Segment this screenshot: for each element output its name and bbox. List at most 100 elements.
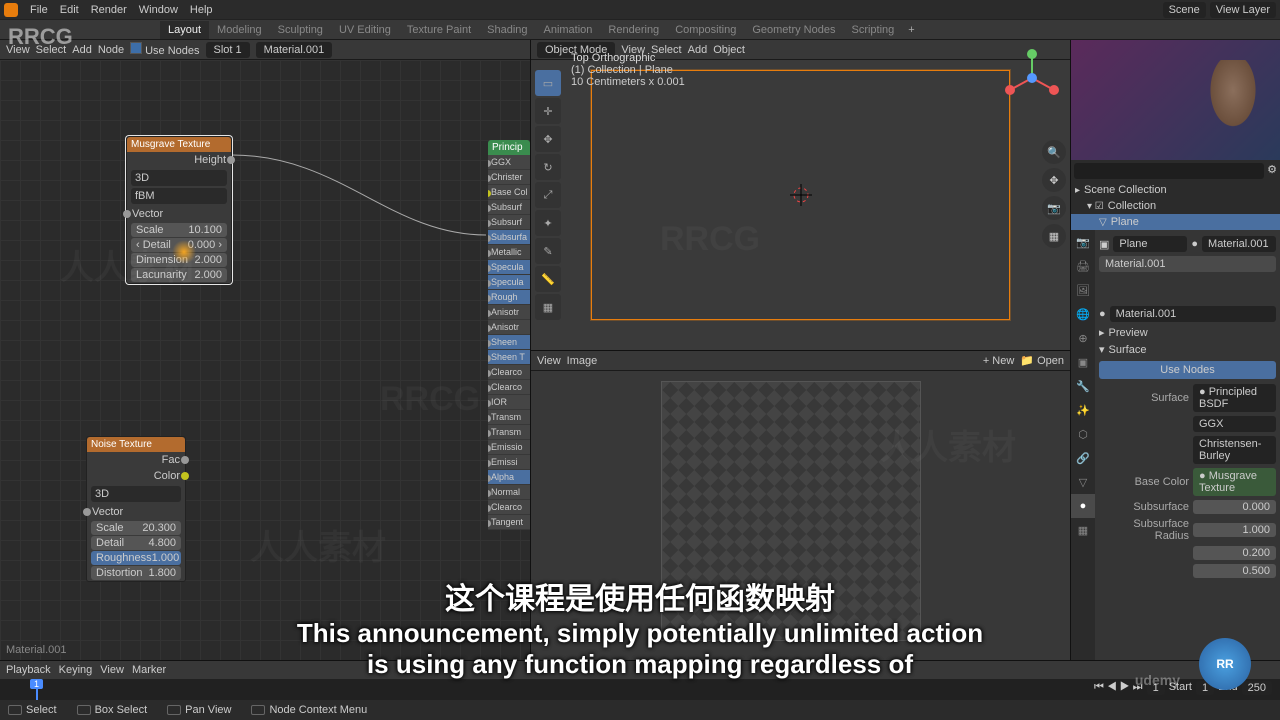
ggx-dropdown[interactable]: GGX bbox=[1193, 416, 1276, 432]
principled-input[interactable]: Clearco bbox=[488, 500, 530, 515]
tab-geonodes[interactable]: Geometry Nodes bbox=[744, 21, 843, 39]
subsurface-value[interactable]: 0.000 bbox=[1193, 500, 1276, 514]
principled-input[interactable]: Specula bbox=[488, 260, 530, 275]
height-output-socket[interactable] bbox=[227, 156, 235, 164]
node-editor[interactable]: View Select Add Node Use Nodes Slot 1 Ma… bbox=[0, 40, 530, 660]
add-workspace-button[interactable]: + bbox=[902, 21, 920, 39]
tab-rendering[interactable]: Rendering bbox=[600, 21, 667, 39]
material-slot[interactable]: Material.001 bbox=[1099, 256, 1276, 272]
node-noise[interactable]: Noise Texture Fac Color 3D Vector Scale2… bbox=[86, 436, 186, 582]
img-new-button[interactable]: + New bbox=[983, 355, 1015, 367]
img-open-button[interactable]: 📁 Open bbox=[1020, 354, 1064, 367]
tab-layout[interactable]: Layout bbox=[160, 21, 209, 39]
sssradius-1[interactable]: 1.000 bbox=[1193, 523, 1276, 537]
ptab-data[interactable]: ▽ bbox=[1071, 470, 1095, 494]
tab-scripting[interactable]: Scripting bbox=[843, 21, 902, 39]
timeline-track[interactable]: ⏮ ◀ ▶ ⏭ 1 Start1 End250 bbox=[0, 679, 1280, 701]
use-nodes-button[interactable]: Use Nodes bbox=[1099, 361, 1276, 379]
outliner-search[interactable] bbox=[1074, 163, 1264, 179]
tab-shading[interactable]: Shading bbox=[479, 21, 535, 39]
principled-input[interactable]: Subsurfa bbox=[488, 230, 530, 245]
image-canvas[interactable] bbox=[661, 381, 921, 641]
viewlayer-field[interactable]: View Layer bbox=[1210, 2, 1276, 18]
preview-panel[interactable]: ▸ Preview bbox=[1099, 324, 1276, 341]
musgrave-lacunarity[interactable]: Lacunarity2.000 bbox=[131, 268, 227, 282]
tab-modeling[interactable]: Modeling bbox=[209, 21, 270, 39]
tool-cursor[interactable]: ✛ bbox=[535, 98, 561, 124]
menu-help[interactable]: Help bbox=[184, 4, 219, 16]
noise-scale[interactable]: Scale20.300 bbox=[91, 521, 181, 535]
noise-distortion[interactable]: Distortion1.800 bbox=[91, 566, 181, 580]
principled-input[interactable]: Subsurf bbox=[488, 215, 530, 230]
tab-sculpting[interactable]: Sculpting bbox=[270, 21, 331, 39]
principled-input[interactable]: Anisotr bbox=[488, 305, 530, 320]
ptab-render[interactable]: 📷 bbox=[1071, 230, 1095, 254]
principled-input[interactable]: Specula bbox=[488, 275, 530, 290]
principled-input[interactable]: GGX bbox=[488, 155, 530, 170]
tool-move[interactable]: ✥ bbox=[535, 126, 561, 152]
vp-add[interactable]: Add bbox=[688, 44, 708, 56]
image-editor[interactable]: View Image + New 📁 Open bbox=[530, 350, 1070, 660]
noise-roughness[interactable]: Roughness1.000 bbox=[91, 551, 181, 565]
tool-measure[interactable]: 📏 bbox=[535, 266, 561, 292]
node-hdr-add[interactable]: Add bbox=[72, 44, 92, 56]
tool-select-box[interactable]: ▭ bbox=[535, 70, 561, 96]
musgrave-dim-dropdown[interactable]: 3D bbox=[131, 170, 227, 186]
principled-input[interactable]: Clearco bbox=[488, 380, 530, 395]
playhead[interactable] bbox=[36, 679, 38, 701]
principled-input[interactable]: Christer bbox=[488, 170, 530, 185]
principled-input[interactable]: Sheen bbox=[488, 335, 530, 350]
tl-view[interactable]: View bbox=[100, 664, 124, 676]
ptab-scene[interactable]: 🌐 bbox=[1071, 302, 1095, 326]
color-output-socket[interactable] bbox=[181, 472, 189, 480]
menu-file[interactable]: File bbox=[24, 4, 54, 16]
camera-icon[interactable]: 📷 bbox=[1042, 196, 1066, 220]
ptab-material[interactable]: ● bbox=[1071, 494, 1095, 518]
menu-edit[interactable]: Edit bbox=[54, 4, 85, 16]
principled-input[interactable]: Transm bbox=[488, 425, 530, 440]
tl-keying[interactable]: Keying bbox=[59, 664, 93, 676]
tool-rotate[interactable]: ↻ bbox=[535, 154, 561, 180]
node-hdr-node[interactable]: Node bbox=[98, 44, 124, 56]
ptab-viewlayer[interactable]: 🖼 bbox=[1071, 278, 1095, 302]
vector-input-socket[interactable] bbox=[123, 210, 131, 218]
sssradius-3[interactable]: 0.500 bbox=[1193, 564, 1276, 578]
noise-dim-dropdown[interactable]: 3D bbox=[91, 486, 181, 502]
principled-input[interactable]: Anisotr bbox=[488, 320, 530, 335]
principled-input[interactable]: Emissi bbox=[488, 455, 530, 470]
ptab-modifier[interactable]: 🔧 bbox=[1071, 374, 1095, 398]
timeline[interactable]: Playback Keying View Marker ⏮ ◀ ▶ ⏭ 1 St… bbox=[0, 660, 1280, 700]
persp-icon[interactable]: ▦ bbox=[1042, 224, 1066, 248]
noise-detail[interactable]: Detail4.800 bbox=[91, 536, 181, 550]
sss-method[interactable]: Christensen-Burley bbox=[1193, 436, 1276, 464]
zoom-icon[interactable]: 🔍 bbox=[1042, 140, 1066, 164]
surface-shader[interactable]: ● Principled BSDF bbox=[1193, 384, 1276, 412]
vp-object[interactable]: Object bbox=[713, 44, 745, 56]
principled-input[interactable]: Clearco bbox=[488, 365, 530, 380]
outliner[interactable]: ⚙ ▸ Scene Collection ▾ ☑ Collection ▽ Pl… bbox=[1071, 160, 1280, 230]
ptab-particles[interactable]: ✨ bbox=[1071, 398, 1095, 422]
ptab-world[interactable]: ⊕ bbox=[1071, 326, 1095, 350]
menu-render[interactable]: Render bbox=[85, 4, 133, 16]
principled-input[interactable]: Metallic bbox=[488, 245, 530, 260]
node-principled[interactable]: Princip GGXChristerBase ColSubsurfSubsur… bbox=[488, 140, 530, 530]
ptab-object[interactable]: ▣ bbox=[1071, 350, 1095, 374]
tab-uv[interactable]: UV Editing bbox=[331, 21, 399, 39]
material-dropdown[interactable]: Material.001 bbox=[256, 42, 333, 58]
ptab-output[interactable]: 🖨 bbox=[1071, 254, 1095, 278]
principled-input[interactable]: Rough bbox=[488, 290, 530, 305]
img-image[interactable]: Image bbox=[567, 355, 598, 367]
tab-animation[interactable]: Animation bbox=[536, 21, 601, 39]
sssradius-2[interactable]: 0.200 bbox=[1193, 546, 1276, 560]
ptab-physics[interactable]: ⬡ bbox=[1071, 422, 1095, 446]
principled-input[interactable]: Sheen T bbox=[488, 350, 530, 365]
tab-texpaint[interactable]: Texture Paint bbox=[399, 21, 479, 39]
surface-panel[interactable]: ▾ Surface bbox=[1099, 341, 1276, 358]
outliner-collection[interactable]: ▾ ☑ Collection bbox=[1071, 198, 1280, 214]
outliner-plane[interactable]: ▽ Plane bbox=[1071, 214, 1280, 230]
tool-addcube[interactable]: ▦ bbox=[535, 294, 561, 320]
ptab-constraint[interactable]: 🔗 bbox=[1071, 446, 1095, 470]
material-name-field[interactable]: Material.001 bbox=[1110, 306, 1276, 322]
principled-input[interactable]: Subsurf bbox=[488, 200, 530, 215]
principled-input[interactable]: Tangent bbox=[488, 515, 530, 530]
